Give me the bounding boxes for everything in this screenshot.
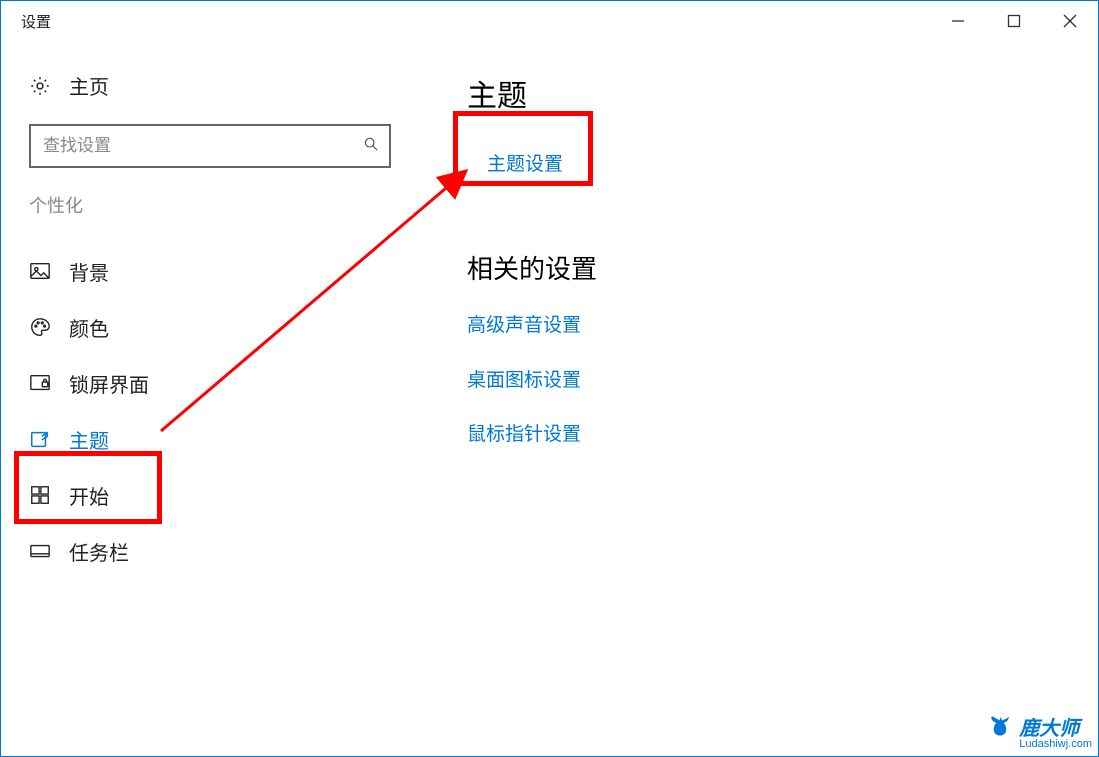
theme-settings-container: 主题设置 [467, 133, 593, 199]
sidebar-item-label: 锁屏界面 [69, 369, 149, 398]
watermark: 鹿大师 Ludashiwj.com [985, 713, 1092, 750]
minimize-icon [951, 14, 965, 28]
deer-icon [985, 713, 1015, 750]
maximize-icon [1007, 14, 1021, 28]
theme-settings-link[interactable]: 主题设置 [487, 154, 563, 175]
window-controls [930, 1, 1098, 41]
sidebar-item-start[interactable]: 开始 [29, 466, 179, 522]
picture-icon [29, 260, 51, 282]
watermark-name: 鹿大师 [1019, 719, 1079, 739]
sidebar-item-label: 背景 [69, 257, 109, 286]
related-heading: 相关的设置 [467, 249, 1098, 286]
sidebar-item-label: 开始 [69, 481, 109, 510]
maximize-button[interactable] [986, 1, 1042, 41]
gear-icon [29, 75, 51, 97]
home-label: 主页 [69, 71, 109, 100]
window-title: 设置 [21, 11, 51, 32]
sidebar: 主页 个性化 背景 颜色 [1, 71, 421, 578]
search-icon [363, 136, 379, 157]
titlebar: 设置 [1, 1, 1098, 41]
content-area: 主页 个性化 背景 颜色 [1, 41, 1098, 578]
taskbar-icon [29, 540, 51, 562]
category-label: 个性化 [29, 192, 421, 218]
settings-window: 设置 主页 [0, 0, 1099, 757]
page-heading: 主题 [467, 71, 1098, 115]
watermark-url: Ludashiwj.com [1019, 739, 1092, 750]
close-icon [1063, 14, 1077, 28]
sidebar-item-taskbar[interactable]: 任务栏 [29, 522, 179, 578]
theme-icon [29, 428, 51, 450]
sidebar-item-label: 颜色 [69, 313, 109, 342]
sidebar-item-label: 任务栏 [69, 537, 129, 566]
link-desktop-icons[interactable]: 桌面图标设置 [467, 365, 1098, 397]
related-links: 高级声音设置 桌面图标设置 鼠标指针设置 [467, 310, 1098, 451]
main-panel: 主题 主题设置 相关的设置 高级声音设置 桌面图标设置 鼠标指针设置 [421, 71, 1098, 578]
palette-icon [29, 316, 51, 338]
search-input[interactable] [43, 136, 363, 156]
home-button[interactable]: 主页 [29, 71, 421, 100]
sidebar-item-colors[interactable]: 颜色 [29, 298, 179, 354]
sidebar-item-background[interactable]: 背景 [29, 242, 179, 298]
lockscreen-icon [29, 372, 51, 394]
sidebar-item-themes[interactable]: 主题 [29, 410, 179, 466]
search-box[interactable] [29, 124, 391, 168]
sidebar-item-lockscreen[interactable]: 锁屏界面 [29, 354, 179, 410]
start-icon [29, 484, 51, 506]
sidebar-item-label: 主题 [69, 425, 109, 454]
link-mouse-pointer[interactable]: 鼠标指针设置 [467, 419, 1098, 451]
minimize-button[interactable] [930, 1, 986, 41]
link-advanced-sound[interactable]: 高级声音设置 [467, 310, 1098, 342]
close-button[interactable] [1042, 1, 1098, 41]
